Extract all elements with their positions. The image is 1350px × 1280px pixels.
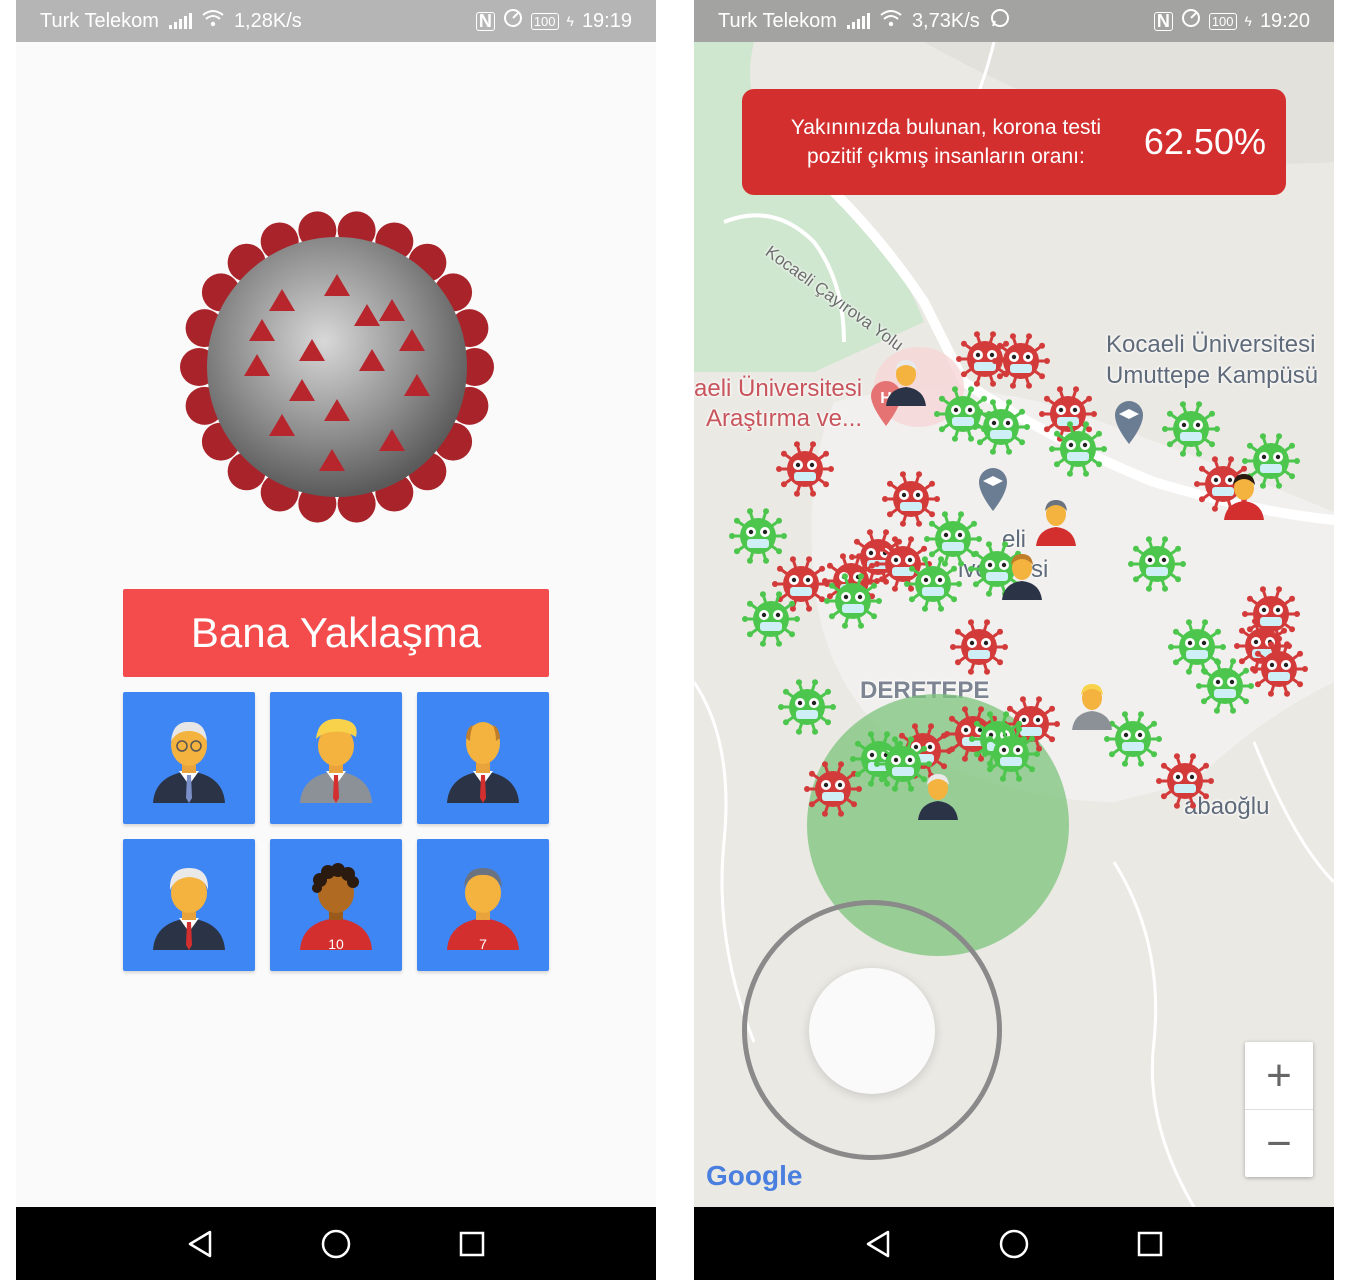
- red-virus-marker-icon[interactable]: [776, 440, 834, 498]
- wifi-icon: [202, 9, 224, 33]
- coronavirus-image: [180, 211, 494, 523]
- green-virus-marker-icon[interactable]: [1162, 400, 1220, 458]
- red-virus-marker-icon[interactable]: [950, 618, 1008, 676]
- green-virus-marker-icon[interactable]: [972, 398, 1030, 456]
- avatar-tile-grey-hair-man[interactable]: [123, 839, 255, 971]
- zoom-out-button[interactable]: −: [1245, 1110, 1313, 1177]
- clock: 19:19: [581, 9, 632, 32]
- zoom-controls: + −: [1245, 1042, 1313, 1177]
- home-icon[interactable]: [996, 1226, 1032, 1262]
- recents-icon[interactable]: [454, 1226, 490, 1262]
- bald-man-avatar-icon: [447, 722, 519, 803]
- home-icon[interactable]: [318, 1226, 354, 1262]
- person-marker-icon[interactable]: [1222, 470, 1266, 520]
- red-virus-marker-icon[interactable]: [1242, 585, 1300, 643]
- navigation-bar: [16, 1207, 656, 1280]
- data-saver-icon: [503, 8, 523, 34]
- red-virus-marker-icon[interactable]: [1250, 640, 1308, 698]
- elder-man-avatar-icon: [153, 721, 225, 803]
- status-bar: Turk Telekom 1,28K/s N 100 ϟ 19:19: [16, 0, 656, 42]
- curly-hair-player-avatar-icon: 10: [300, 863, 372, 950]
- carrier-name: Turk Telekom: [40, 9, 159, 32]
- back-icon[interactable]: [860, 1226, 896, 1262]
- left-phone-screen: Turk Telekom 1,28K/s N 100 ϟ 19:19 Bana …: [16, 0, 656, 1280]
- avatar-tile-soccer-player[interactable]: 7: [417, 839, 549, 971]
- avatar-tile-elder-man[interactable]: [123, 692, 255, 824]
- right-phone-screen: Turk Telekom 3,73K/s N 100 ϟ 19:20 Yakın…: [694, 0, 1334, 1280]
- red-virus-marker-icon[interactable]: [1156, 752, 1214, 810]
- zoom-in-button[interactable]: +: [1245, 1042, 1313, 1109]
- green-virus-marker-icon[interactable]: [824, 572, 882, 630]
- person-marker-icon[interactable]: [1034, 496, 1078, 546]
- back-icon[interactable]: [182, 1226, 218, 1262]
- joystick-knob[interactable]: [809, 968, 935, 1094]
- green-virus-marker-icon[interactable]: [742, 590, 800, 648]
- green-virus-marker-icon[interactable]: [904, 555, 962, 613]
- charging-icon: ϟ: [566, 13, 574, 29]
- avatar-tile-curly-hair-player[interactable]: 10: [270, 839, 402, 971]
- recents-icon[interactable]: [1132, 1226, 1168, 1262]
- person-marker-icon[interactable]: [1070, 680, 1114, 730]
- avatar-tile-blonde-man[interactable]: [270, 692, 402, 824]
- soccer-player-avatar-icon: 7: [447, 868, 519, 950]
- green-virus-marker-icon[interactable]: [1049, 420, 1107, 478]
- svg-text:7: 7: [479, 936, 487, 950]
- blonde-man-avatar-icon: [300, 718, 372, 803]
- green-virus-marker-icon[interactable]: [729, 507, 787, 565]
- nfc-icon: N: [475, 11, 495, 31]
- green-virus-marker-icon[interactable]: [982, 725, 1040, 783]
- signal-icon: [168, 13, 192, 29]
- svg-text:10: 10: [328, 936, 344, 950]
- green-virus-marker-icon[interactable]: [1168, 618, 1226, 676]
- google-logo: Google: [706, 1160, 803, 1191]
- green-virus-marker-icon[interactable]: [778, 678, 836, 736]
- person-marker-icon[interactable]: [916, 770, 960, 820]
- battery-icon: 100: [530, 12, 559, 30]
- green-virus-marker-icon[interactable]: [1128, 535, 1186, 593]
- network-speed: 1,28K/s: [233, 9, 302, 32]
- bana-yaklasma-button[interactable]: Bana Yaklaşma: [123, 589, 549, 677]
- person-marker-icon[interactable]: [884, 356, 928, 406]
- navigation-bar: [694, 1207, 1334, 1280]
- red-virus-marker-icon[interactable]: [992, 332, 1050, 390]
- grey-hair-man-avatar-icon: [153, 868, 225, 950]
- avatar-tile-bald-man[interactable]: [417, 692, 549, 824]
- person-marker-icon[interactable]: [1000, 550, 1044, 600]
- avatar-grid: 10 7: [123, 692, 549, 971]
